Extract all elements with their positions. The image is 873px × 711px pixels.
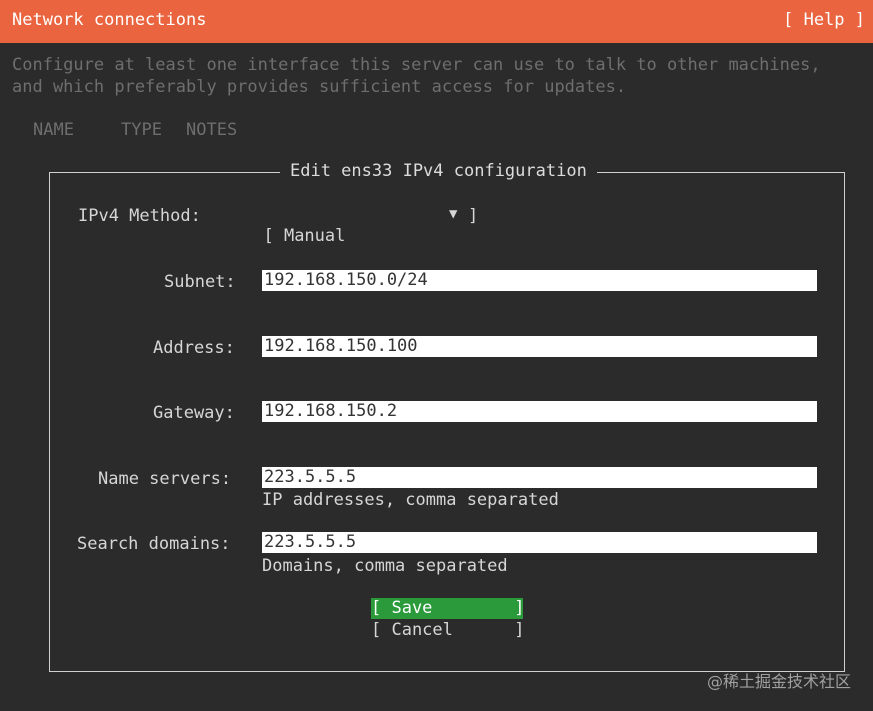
ipv4-method-close-bracket: ]: [468, 206, 479, 226]
column-type: TYPE: [121, 120, 162, 140]
address-label: Address:: [153, 338, 235, 358]
search-domains-hint: Domains, comma separated: [262, 556, 508, 576]
help-button[interactable]: [ Help ]: [783, 10, 865, 30]
column-notes: NOTES: [186, 120, 238, 140]
name-servers-hint: IP addresses, comma separated: [262, 490, 559, 510]
screen-title: Network connections: [12, 10, 207, 30]
name-servers-input[interactable]: 223.5.5.5: [262, 467, 817, 488]
address-input[interactable]: 192.168.150.100: [262, 336, 817, 357]
cancel-button[interactable]: [ Cancel ]: [371, 620, 525, 641]
column-name: NAME: [33, 120, 74, 140]
ipv4-method-value: [ Manual: [263, 226, 346, 246]
gateway-label: Gateway:: [153, 403, 235, 423]
save-button[interactable]: [ Save ]: [371, 598, 525, 619]
name-servers-label: Name servers:: [98, 469, 232, 489]
top-bar: Network connections [ Help ]: [0, 0, 873, 43]
intro-line-2: and which preferably provides sufficient…: [12, 77, 627, 97]
search-domains-label: Search domains:: [77, 534, 231, 554]
intro-text: Configure at least one interface this se…: [12, 54, 821, 98]
dropdown-arrow-icon: ▼: [449, 206, 458, 222]
search-domains-input[interactable]: 223.5.5.5: [262, 532, 817, 553]
watermark: @稀土掘金技术社区: [706, 672, 851, 691]
dialog-title: Edit ens33 IPv4 configuration: [280, 161, 597, 181]
gateway-input[interactable]: 192.168.150.2: [262, 401, 817, 422]
subnet-label: Subnet:: [164, 272, 236, 292]
subnet-input[interactable]: 192.168.150.0/24: [262, 270, 817, 291]
ipv4-method-label: IPv4 Method:: [78, 206, 201, 226]
intro-line-1: Configure at least one interface this se…: [12, 55, 821, 75]
